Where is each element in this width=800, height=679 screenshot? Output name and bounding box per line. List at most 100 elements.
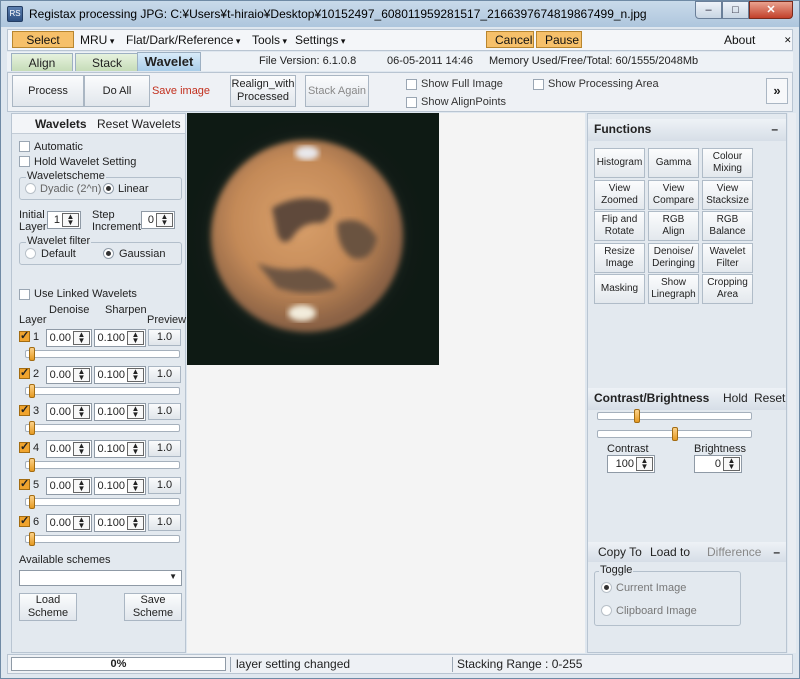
default-filter-radio[interactable] bbox=[25, 248, 36, 259]
function-button-denoise-deringing[interactable]: Denoise/Deringing bbox=[648, 242, 699, 273]
automatic-checkbox[interactable] bbox=[19, 141, 30, 152]
spinner-icon[interactable]: ▲ ▼ bbox=[127, 479, 144, 493]
sharpen-input[interactable]: 0.100 ▲ ▼ bbox=[94, 440, 146, 458]
menu-close-icon[interactable]: ✕ bbox=[784, 32, 792, 49]
spinner-icon[interactable]: ▲ ▼ bbox=[73, 516, 90, 530]
contrast-slider[interactable] bbox=[597, 409, 752, 423]
spinner-icon[interactable]: ▲ ▼ bbox=[127, 405, 144, 419]
cancel-button[interactable]: Cancel bbox=[486, 31, 534, 48]
collapse-icon[interactable]: – bbox=[771, 119, 778, 139]
sharpen-input[interactable]: 0.100 ▲ ▼ bbox=[94, 477, 146, 495]
layer-slider[interactable] bbox=[25, 532, 180, 546]
spinner-icon[interactable]: ▲ ▼ bbox=[73, 479, 90, 493]
function-button-view-stacksize[interactable]: View Stacksize bbox=[702, 179, 753, 210]
linear-radio[interactable] bbox=[103, 183, 114, 194]
denoise-input[interactable]: 0.00 ▲ ▼ bbox=[46, 366, 92, 384]
reset-wavelets-button[interactable]: Reset Wavelets bbox=[97, 117, 181, 131]
sharpen-input[interactable]: 0.100 ▲ ▼ bbox=[94, 403, 146, 421]
load-scheme-button[interactable]: Load Scheme bbox=[19, 593, 77, 621]
function-button-colour-mixing[interactable]: Colour Mixing bbox=[702, 148, 753, 178]
layer-slider-thumb[interactable] bbox=[29, 458, 35, 472]
menu-mru[interactable]: MRU bbox=[80, 32, 114, 49]
layer-enable-checkbox[interactable] bbox=[19, 403, 30, 416]
denoise-input[interactable]: 0.00 ▲ ▼ bbox=[46, 329, 92, 347]
spinner-icon[interactable]: ▲ ▼ bbox=[127, 368, 144, 382]
hold-button[interactable]: Hold bbox=[723, 388, 748, 408]
show-alignpoints-checkbox[interactable] bbox=[406, 97, 417, 108]
function-button-view-compare[interactable]: View Compare bbox=[648, 179, 699, 210]
layer-slider[interactable] bbox=[25, 347, 180, 361]
preview-button[interactable]: 1.0 bbox=[148, 440, 181, 457]
function-button-rgb-balance[interactable]: RGB Balance bbox=[702, 211, 753, 241]
layer-slider[interactable] bbox=[25, 421, 180, 435]
collapse-icon[interactable]: – bbox=[773, 545, 780, 559]
function-button-cropping-area[interactable]: Cropping Area bbox=[702, 274, 753, 304]
process-button[interactable]: Process bbox=[12, 75, 84, 107]
denoise-input[interactable]: 0.00 ▲ ▼ bbox=[46, 440, 92, 458]
spinner-icon[interactable]: ▲ ▼ bbox=[127, 442, 144, 456]
sharpen-input[interactable]: 0.100 ▲ ▼ bbox=[94, 366, 146, 384]
realign-button[interactable]: Realign_with Processed bbox=[230, 75, 296, 107]
image-viewer[interactable] bbox=[185, 113, 585, 653]
layer-enable-checkbox[interactable] bbox=[19, 477, 30, 490]
contrast-input[interactable]: 100 ▲ ▼ bbox=[607, 455, 655, 473]
expand-chevron-icon[interactable]: » bbox=[766, 78, 788, 104]
sharpen-input[interactable]: 0.100 ▲ ▼ bbox=[94, 329, 146, 347]
brightness-slider[interactable] bbox=[597, 427, 752, 441]
dyadic-radio[interactable] bbox=[25, 183, 36, 194]
current-image-radio[interactable] bbox=[601, 582, 612, 593]
layer-slider-thumb[interactable] bbox=[29, 347, 35, 361]
initial-layer-input[interactable]: 1 ▲ ▼ bbox=[47, 211, 81, 229]
show-processing-area-checkbox[interactable] bbox=[533, 79, 544, 90]
brightness-input[interactable]: 0 ▲ ▼ bbox=[694, 455, 742, 473]
step-increment-input[interactable]: 0 ▲ ▼ bbox=[141, 211, 175, 229]
brightness-slider-thumb[interactable] bbox=[672, 427, 678, 441]
function-button-wavelet-filter[interactable]: Wavelet Filter bbox=[702, 242, 753, 273]
spinner-icon[interactable]: ▲ ▼ bbox=[636, 457, 653, 471]
hold-wavelet-checkbox[interactable] bbox=[19, 156, 30, 167]
layer-enable-checkbox[interactable] bbox=[19, 440, 30, 453]
layer-slider-thumb[interactable] bbox=[29, 384, 35, 398]
function-button-show-linegraph[interactable]: Show Linegraph bbox=[648, 274, 699, 304]
preview-button[interactable]: 1.0 bbox=[148, 366, 181, 383]
denoise-input[interactable]: 0.00 ▲ ▼ bbox=[46, 477, 92, 495]
copy-to-button[interactable]: Copy To bbox=[598, 545, 642, 559]
denoise-input[interactable]: 0.00 ▲ ▼ bbox=[46, 514, 92, 532]
linked-wavelets-checkbox[interactable] bbox=[19, 289, 30, 300]
stack-again-button[interactable]: Stack Again bbox=[305, 75, 369, 107]
spinner-icon[interactable]: ▲ ▼ bbox=[73, 442, 90, 456]
reset-button[interactable]: Reset bbox=[754, 388, 785, 408]
preview-button[interactable]: 1.0 bbox=[148, 514, 181, 531]
spinner-icon[interactable]: ▲ ▼ bbox=[62, 213, 79, 227]
menu-flat-dark-reference[interactable]: Flat/Dark/Reference bbox=[126, 32, 240, 49]
maximize-icon[interactable]: □ bbox=[722, 1, 749, 19]
show-full-image-checkbox[interactable] bbox=[406, 79, 417, 90]
load-to-button[interactable]: Load to bbox=[650, 545, 690, 559]
contrast-slider-thumb[interactable] bbox=[634, 409, 640, 423]
layer-enable-checkbox[interactable] bbox=[19, 329, 30, 342]
wavelets-tab[interactable]: Wavelets bbox=[35, 117, 87, 131]
layer-slider[interactable] bbox=[25, 384, 180, 398]
spinner-icon[interactable]: ▲ ▼ bbox=[127, 331, 144, 345]
spinner-icon[interactable]: ▲ ▼ bbox=[156, 213, 173, 227]
save-scheme-button[interactable]: Save Scheme bbox=[124, 593, 182, 621]
menu-settings[interactable]: Settings bbox=[295, 32, 345, 49]
available-schemes-select[interactable]: ▼ bbox=[19, 570, 182, 586]
spinner-icon[interactable]: ▲ ▼ bbox=[73, 368, 90, 382]
gaussian-filter-radio[interactable] bbox=[103, 248, 114, 259]
spinner-icon[interactable]: ▲ ▼ bbox=[127, 516, 144, 530]
spinner-icon[interactable]: ▲ ▼ bbox=[73, 405, 90, 419]
difference-button[interactable]: Difference bbox=[707, 545, 761, 559]
menu-select[interactable]: Select bbox=[12, 31, 74, 48]
preview-button[interactable]: 1.0 bbox=[148, 403, 181, 420]
function-button-resize-image[interactable]: Resize Image bbox=[594, 242, 645, 273]
layer-slider[interactable] bbox=[25, 458, 180, 472]
function-button-view-zoomed[interactable]: View Zoomed bbox=[594, 179, 645, 210]
tab-stack[interactable]: Stack bbox=[75, 53, 139, 71]
layer-slider-thumb[interactable] bbox=[29, 532, 35, 546]
menu-tools[interactable]: Tools bbox=[252, 32, 287, 49]
tab-wavelet[interactable]: Wavelet bbox=[137, 52, 201, 71]
function-button-histogram[interactable]: Histogram bbox=[594, 148, 645, 178]
minimize-icon[interactable]: – bbox=[695, 1, 722, 19]
pause-button[interactable]: Pause bbox=[536, 31, 582, 48]
